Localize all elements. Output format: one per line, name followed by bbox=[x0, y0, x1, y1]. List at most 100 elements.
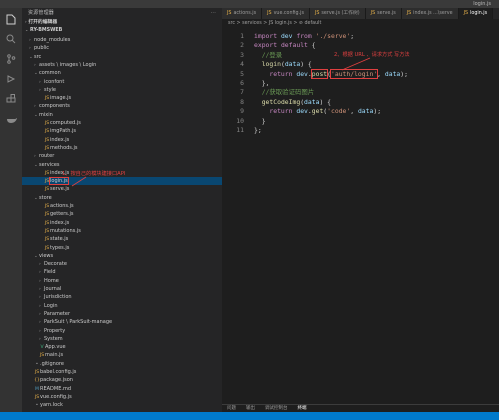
tree-item[interactable]: ⌄store bbox=[22, 194, 222, 202]
tree-item[interactable]: › Decorate bbox=[22, 260, 222, 268]
tree-item-label: ParkSuit \ ParkSuit-manage bbox=[44, 319, 113, 326]
tree-item-label: Home bbox=[44, 277, 59, 284]
explorer-header: 资源管理器 ··· bbox=[22, 8, 222, 18]
tree-item[interactable]: JSserve.js bbox=[22, 185, 222, 193]
editor-tab[interactable]: JS login.js bbox=[458, 8, 494, 19]
tree-item-label: README.md bbox=[40, 385, 72, 392]
editor-tab[interactable]: JS actions.js bbox=[222, 8, 263, 19]
editor-tab[interactable]: JS index.js ...\serve bbox=[401, 8, 459, 19]
tree-item[interactable]: {}package.json bbox=[22, 376, 222, 384]
files-icon[interactable] bbox=[4, 12, 18, 26]
tree-item-label: mutations.js bbox=[50, 227, 81, 234]
line-number: 11 bbox=[236, 125, 244, 134]
tree-item-label: Property bbox=[44, 327, 66, 334]
line-number: 10 bbox=[236, 116, 244, 125]
tree-item-label: getters.js bbox=[50, 211, 74, 218]
tree-item-label: index.js bbox=[50, 219, 70, 226]
line-number: 8 bbox=[240, 97, 244, 106]
tree-item[interactable]: › System bbox=[22, 335, 222, 343]
tree-item[interactable]: JSimage.js bbox=[22, 94, 222, 102]
extensions-icon[interactable] bbox=[4, 92, 18, 106]
status-bar bbox=[0, 412, 499, 420]
source-control-icon[interactable] bbox=[4, 52, 18, 66]
tree-item[interactable]: › node_modules bbox=[22, 36, 222, 44]
line-number: 6 bbox=[240, 78, 244, 87]
tree-item[interactable]: › Journal bbox=[22, 285, 222, 293]
open-editors-section[interactable]: › 打开的编辑器 bbox=[22, 18, 222, 26]
tree-item[interactable]: ⌄services bbox=[22, 161, 222, 169]
tree-item-label: types.js bbox=[50, 244, 70, 251]
tree-item[interactable]: › Field bbox=[22, 268, 222, 276]
editor-tab[interactable]: JS serve.js (工作树) bbox=[309, 8, 366, 19]
tree-item-label: System bbox=[44, 335, 63, 342]
editor-tab[interactable]: JS vue.config.js bbox=[262, 8, 310, 19]
tree-item-label: Journal bbox=[44, 286, 62, 292]
docker-icon[interactable] bbox=[4, 112, 18, 126]
tree-item[interactable]: JSvue.config.js bbox=[22, 393, 222, 401]
tree-item[interactable]: JSmethods.js bbox=[22, 144, 222, 152]
tree-item[interactable]: › Parameter bbox=[22, 310, 222, 318]
tree-item[interactable]: JSgetters.js bbox=[22, 210, 222, 218]
tree-item-label: services bbox=[39, 161, 60, 168]
tree-item-label: common bbox=[39, 70, 61, 77]
tree-item[interactable]: ⌄common bbox=[22, 69, 222, 77]
tree-item[interactable]: JScomputed.js bbox=[22, 119, 222, 127]
editor-tabs: JS actions.js JS vue.config.js JS serve.js (工… bbox=[222, 8, 499, 19]
line-number: 5 bbox=[240, 69, 244, 78]
tree-item-label: main.js bbox=[45, 352, 64, 359]
tree-item[interactable]: JSmutations.js bbox=[22, 227, 222, 235]
tree-item[interactable]: ⌄src bbox=[22, 53, 222, 61]
tree-item[interactable]: › Home bbox=[22, 277, 222, 285]
tab-label: vue.config.js bbox=[273, 11, 304, 16]
project-section[interactable]: ⌄ RY-BMSWEB bbox=[22, 26, 222, 34]
tree-item[interactable]: JSactions.js bbox=[22, 202, 222, 210]
line-number: 7 bbox=[240, 88, 244, 97]
more-actions-icon[interactable]: ··· bbox=[211, 8, 216, 18]
search-icon[interactable] bbox=[4, 32, 18, 46]
tree-item[interactable]: › iconfont bbox=[22, 78, 222, 86]
tree-item[interactable]: › style bbox=[22, 86, 222, 94]
chevron-right-icon: › bbox=[25, 19, 27, 24]
tree-item-label: babel.config.js bbox=[40, 369, 77, 375]
tree-item[interactable]: JSmain.js bbox=[22, 351, 222, 359]
tree-item[interactable]: JSstate.js bbox=[22, 235, 222, 243]
tree-item[interactable]: ⌄mixin bbox=[22, 111, 222, 119]
tree-item[interactable]: › ParkSuit \ ParkSuit-manage bbox=[22, 318, 222, 326]
line-number: 2 bbox=[240, 41, 244, 50]
tree-item[interactable]: › public bbox=[22, 44, 222, 52]
tree-item[interactable]: › Property bbox=[22, 327, 222, 335]
debug-icon[interactable] bbox=[4, 72, 18, 86]
tree-item[interactable]: JStypes.js bbox=[22, 244, 222, 252]
tree-item[interactable]: JSlogin.js bbox=[22, 177, 222, 186]
tree-item-label: Field bbox=[44, 269, 56, 276]
tree-item[interactable]: › components bbox=[22, 102, 222, 110]
tree-item[interactable]: MREADME.md bbox=[22, 385, 222, 393]
tree-item[interactable]: JSimgPath.js bbox=[22, 127, 222, 135]
tree-item[interactable]: • yarn.lock bbox=[22, 401, 222, 409]
tree-item-label: views bbox=[39, 252, 54, 259]
tree-item[interactable]: VApp.vue bbox=[22, 343, 222, 351]
tree-item[interactable]: › Jurisdiction bbox=[22, 293, 222, 301]
tree-item-label: router bbox=[39, 153, 55, 160]
tree-item[interactable]: JSindex.js bbox=[22, 219, 222, 227]
window-title: login.js bbox=[473, 1, 491, 7]
tree-item[interactable]: ⌄views bbox=[22, 252, 222, 260]
tree-item-label: imgPath.js bbox=[50, 128, 77, 135]
line-number: 1 bbox=[240, 32, 244, 40]
breadcrumb[interactable]: src > services > JS login.js > ⊘ default bbox=[228, 20, 321, 27]
tree-item[interactable]: JSbabel.config.js bbox=[22, 368, 222, 376]
annotation-arrow-right bbox=[341, 57, 371, 71]
tree-item[interactable]: › Login bbox=[22, 302, 222, 310]
tree-item[interactable]: › assets \ images \ Login bbox=[22, 61, 222, 69]
tree-item-label: login.js bbox=[49, 177, 69, 186]
tree-item[interactable]: JSindex.js bbox=[22, 136, 222, 144]
tree-item-label: package.json bbox=[40, 377, 73, 384]
tab-label: login.js bbox=[470, 11, 488, 16]
tree-item-label: yarn.lock bbox=[40, 402, 63, 409]
tree-item[interactable]: • .gitignore bbox=[22, 360, 222, 368]
code-view[interactable]: 1 import dev from './serve'; 2 export defa… bbox=[222, 32, 499, 135]
code-line: 9 return dev.get('code', data); bbox=[222, 107, 499, 116]
tree-item-label: state.js bbox=[50, 236, 69, 243]
tree-item[interactable]: › router bbox=[22, 152, 222, 160]
editor-tab[interactable]: JS serve.js bbox=[365, 8, 402, 19]
